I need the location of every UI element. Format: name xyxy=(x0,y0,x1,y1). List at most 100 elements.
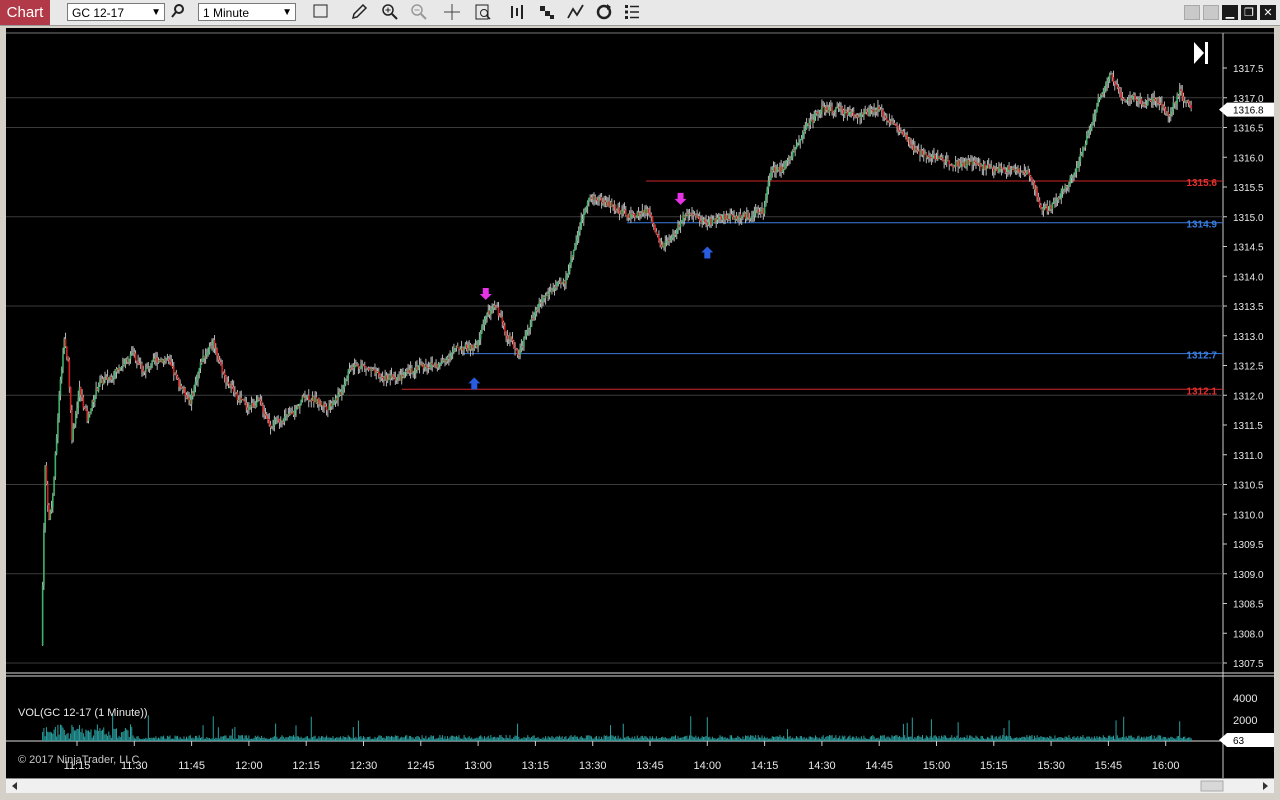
candle-body xyxy=(852,111,855,117)
candle-body xyxy=(454,348,456,350)
chart-tab[interactable]: Chart xyxy=(0,0,50,25)
candle-body xyxy=(172,366,175,375)
candle-body xyxy=(1070,176,1073,178)
candle-body xyxy=(1038,200,1041,206)
candle-body xyxy=(565,276,567,284)
time-tick-label: 16:00 xyxy=(1152,760,1180,772)
candle-body xyxy=(942,158,944,161)
level-label-1314.9: 1314.9 xyxy=(1186,220,1217,231)
candle-body xyxy=(623,209,626,211)
reload-icon[interactable] xyxy=(595,3,615,22)
interval-selector[interactable]: 1 Minute ▼ xyxy=(198,3,296,21)
copyright-text: © 2017 NinjaTrader, LLC xyxy=(18,754,140,766)
candle-body xyxy=(223,372,226,376)
indicators-icon[interactable] xyxy=(567,3,587,22)
candle-body xyxy=(526,330,529,332)
price-tick-label: 1310.5 xyxy=(1233,481,1264,492)
search-icon[interactable] xyxy=(170,3,190,22)
close-icon[interactable]: ✕ xyxy=(1260,5,1276,20)
candle-body xyxy=(544,295,547,299)
candle-body xyxy=(431,362,434,365)
candle-body xyxy=(1102,91,1105,95)
chart-panel[interactable]: 1317.5 1317.0 1316.5 1316.0 1315.5 1315.0 1314… xyxy=(6,28,1274,792)
zoom-out-icon[interactable] xyxy=(410,3,430,22)
candle-body xyxy=(695,214,697,216)
strategies-icon[interactable] xyxy=(538,3,558,22)
properties-icon[interactable] xyxy=(623,3,643,22)
candle-body xyxy=(437,364,440,368)
horizontal-scrollbar[interactable] xyxy=(6,778,1274,793)
candle-body xyxy=(478,339,481,341)
zoom-in-icon[interactable] xyxy=(381,3,401,22)
candle-body xyxy=(1043,207,1046,209)
candle-body xyxy=(377,371,380,375)
candle-body xyxy=(236,392,239,401)
candle-body xyxy=(458,347,460,350)
candle-body xyxy=(218,359,221,363)
chevron-down-icon: ▼ xyxy=(151,7,161,18)
candle-body xyxy=(220,362,222,365)
candle-body xyxy=(572,250,575,258)
window-option-button[interactable] xyxy=(1184,5,1200,20)
price-chart[interactable]: 1317.51317.01316.51316.01315.51315.01314… xyxy=(6,28,1274,792)
candle-body xyxy=(1037,197,1040,201)
time-tick-label: 11:45 xyxy=(178,760,205,772)
candle-body xyxy=(1032,181,1035,183)
candle-body xyxy=(1085,135,1088,144)
scroll-to-end-icon xyxy=(1194,42,1208,64)
price-tick-label: 1314.0 xyxy=(1233,272,1264,283)
candle-body xyxy=(730,213,733,216)
candle-body xyxy=(602,202,604,204)
instrument-selector[interactable]: GC 12-17 ▼ xyxy=(67,3,165,21)
candle-body xyxy=(770,170,772,180)
candle-body xyxy=(483,319,486,326)
candle-body xyxy=(391,374,394,377)
candle-body xyxy=(532,318,534,320)
candle-body xyxy=(833,110,836,112)
candle-body xyxy=(76,407,78,414)
candle-body xyxy=(1120,92,1122,98)
candle-body xyxy=(43,529,45,586)
candle-body xyxy=(949,164,952,166)
crosshair-icon[interactable] xyxy=(443,3,463,22)
candle-body xyxy=(300,400,302,404)
candle-body xyxy=(265,415,268,419)
candle-body xyxy=(731,215,734,217)
candle-body xyxy=(1066,186,1069,188)
minimize-icon[interactable]: ▁ xyxy=(1222,5,1238,20)
candle-body xyxy=(456,345,459,348)
data-box-icon[interactable] xyxy=(474,3,494,22)
candle-body xyxy=(1073,174,1075,176)
candle-body xyxy=(1190,105,1192,109)
candle-body xyxy=(1031,178,1033,182)
window-option-button[interactable] xyxy=(1203,5,1219,20)
candle-body xyxy=(451,351,454,354)
candle-body xyxy=(397,376,399,379)
candle-body xyxy=(1180,89,1182,91)
candle-body xyxy=(216,348,218,356)
candle-body xyxy=(73,424,76,428)
time-tick-label: 15:30 xyxy=(1037,760,1065,772)
candle-body xyxy=(46,484,49,506)
candle-body xyxy=(567,271,570,276)
candle-body xyxy=(68,359,71,388)
bars-icon[interactable] xyxy=(508,3,528,22)
chart-style-icon[interactable] xyxy=(313,3,333,22)
candle-body xyxy=(1069,177,1071,184)
restore-icon[interactable]: ❐ xyxy=(1241,5,1257,20)
candle-body xyxy=(1027,170,1029,173)
candle-body xyxy=(200,361,203,363)
candle-body xyxy=(868,109,870,116)
candle-body xyxy=(264,413,267,416)
candle-body xyxy=(365,366,367,369)
scroll-left-icon xyxy=(12,782,17,790)
candle-body xyxy=(826,107,828,110)
pencil-icon[interactable] xyxy=(350,3,370,22)
candle-body xyxy=(90,408,92,415)
candle-body xyxy=(934,154,937,159)
price-tick-label: 1307.5 xyxy=(1233,659,1264,670)
candle-body xyxy=(333,402,336,404)
candle-body xyxy=(947,158,949,161)
candle-body xyxy=(1028,172,1031,176)
candle-body xyxy=(119,367,122,370)
